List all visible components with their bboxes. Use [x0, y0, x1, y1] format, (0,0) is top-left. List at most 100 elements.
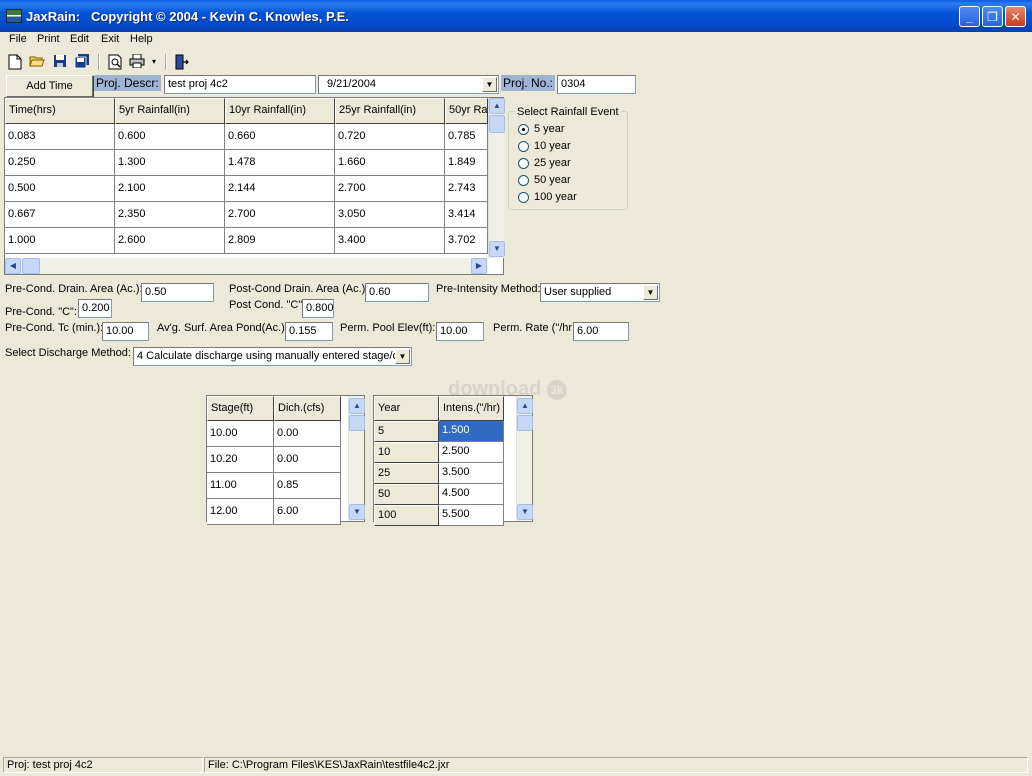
proj-no-input[interactable]: 0304: [557, 75, 636, 94]
restore-button[interactable]: ❐: [982, 6, 1003, 27]
avg-surf-input[interactable]: 0.155: [285, 322, 333, 341]
rainfall-cell[interactable]: 2.700: [225, 202, 335, 228]
intensity-table-cell[interactable]: 50: [374, 484, 439, 505]
intensity-table-col-header[interactable]: Intens.("/hr): [439, 396, 504, 421]
rainfall-cell[interactable]: 0.083: [5, 124, 115, 150]
save-all-icon[interactable]: [74, 54, 90, 70]
add-time-button[interactable]: Add Time: [6, 75, 93, 97]
stage-table-col-header[interactable]: Dich.(cfs): [274, 396, 341, 421]
radio-5-year[interactable]: [518, 124, 529, 135]
intensity-table-cell[interactable]: 4.500: [439, 484, 504, 505]
rainfall-col-header[interactable]: 10yr Rainfall(in): [225, 98, 335, 124]
rainfall-col-header[interactable]: 5yr Rainfall(in): [115, 98, 225, 124]
radio-label[interactable]: 5 year: [534, 123, 565, 135]
rainfall-cell[interactable]: 0.500: [5, 176, 115, 202]
hscroll-thumb[interactable]: [22, 258, 40, 274]
chevron-down-icon[interactable]: ▼: [643, 285, 658, 300]
intensity-vscrollbar[interactable]: ▲ ▼: [516, 396, 533, 521]
exit-door-icon[interactable]: [174, 54, 190, 70]
open-folder-icon[interactable]: [29, 54, 45, 70]
preview-icon[interactable]: [107, 54, 123, 70]
scroll-down-icon[interactable]: ▼: [517, 504, 533, 520]
stage-table-cell[interactable]: 0.00: [274, 447, 341, 473]
rainfall-cell[interactable]: 2.100: [115, 176, 225, 202]
rainfall-col-header[interactable]: 50yr Rai: [445, 98, 488, 124]
date-picker[interactable]: 9/21/2004 ▼: [318, 75, 499, 94]
post-drain-input[interactable]: 0.60: [365, 283, 429, 302]
rainfall-cell[interactable]: 0.250: [5, 150, 115, 176]
scroll-up-icon[interactable]: ▲: [517, 398, 533, 414]
radio-label[interactable]: 25 year: [534, 157, 571, 169]
menu-help[interactable]: Help: [130, 33, 153, 45]
rainfall-vscrollbar[interactable]: ▲ ▼: [488, 98, 505, 258]
rainfall-col-header[interactable]: Time(hrs): [5, 98, 115, 124]
pre-c-input[interactable]: 0.200: [78, 299, 112, 318]
intensity-table-cell[interactable]: 25: [374, 463, 439, 484]
rainfall-cell[interactable]: 0.720: [335, 124, 445, 150]
stage-vscrollbar[interactable]: ▲ ▼: [348, 396, 365, 521]
rainfall-cell[interactable]: 3.414: [445, 202, 488, 228]
intensity-table-cell[interactable]: 5: [374, 421, 439, 442]
scroll-up-icon[interactable]: ▲: [489, 98, 505, 114]
rainfall-col-header[interactable]: 25yr Rainfall(in): [335, 98, 445, 124]
rainfall-cell[interactable]: 1.849: [445, 150, 488, 176]
scroll-right-icon[interactable]: ▶: [471, 258, 487, 274]
stage-table-cell[interactable]: 10.20: [207, 447, 274, 473]
minimize-button[interactable]: _: [959, 6, 980, 27]
rainfall-cell[interactable]: 0.600: [115, 124, 225, 150]
proj-descr-input[interactable]: test proj 4c2: [164, 75, 316, 94]
rainfall-cell[interactable]: 1.300: [115, 150, 225, 176]
rainfall-cell[interactable]: 2.809: [225, 228, 335, 254]
save-icon[interactable]: [52, 54, 68, 70]
rainfall-cell[interactable]: 2.743: [445, 176, 488, 202]
scroll-thumb[interactable]: [517, 415, 533, 431]
radio-10-year[interactable]: [518, 141, 529, 152]
rainfall-cell[interactable]: 1.660: [335, 150, 445, 176]
radio-50-year[interactable]: [518, 175, 529, 186]
radio-25-year[interactable]: [518, 158, 529, 169]
post-c-input[interactable]: 0.800: [302, 299, 334, 318]
radio-label[interactable]: 50 year: [534, 174, 571, 186]
scroll-thumb[interactable]: [489, 115, 505, 133]
radio-label[interactable]: 10 year: [534, 140, 571, 152]
app-icon[interactable]: [6, 9, 22, 23]
stage-table-col-header[interactable]: Stage(ft): [207, 396, 274, 421]
chevron-down-icon[interactable]: ▼: [482, 77, 497, 92]
stage-table-cell[interactable]: 12.00: [207, 499, 274, 525]
scroll-down-icon[interactable]: ▼: [489, 241, 505, 257]
menu-edit[interactable]: Edit: [70, 33, 89, 45]
rainfall-cell[interactable]: 3.050: [335, 202, 445, 228]
rainfall-hscrollbar[interactable]: ◀ ▶: [5, 258, 488, 274]
intensity-table-cell[interactable]: 5.500: [439, 505, 504, 526]
menu-file[interactable]: File: [9, 33, 27, 45]
new-file-icon[interactable]: [7, 54, 23, 70]
scroll-thumb[interactable]: [349, 415, 365, 431]
stage-table-cell[interactable]: 10.00: [207, 421, 274, 447]
menu-exit[interactable]: Exit: [101, 33, 119, 45]
rainfall-cell[interactable]: 2.600: [115, 228, 225, 254]
intensity-table-cell[interactable]: 2.500: [439, 442, 504, 463]
dropdown-arrow-icon[interactable]: ▾: [149, 54, 159, 70]
rainfall-cell[interactable]: 0.660: [225, 124, 335, 150]
title-bar[interactable]: JaxRain: Copyright © 2004 - Kevin C. Kno…: [0, 0, 1032, 32]
rainfall-cell[interactable]: 2.144: [225, 176, 335, 202]
stage-table-cell[interactable]: 6.00: [274, 499, 341, 525]
scroll-left-icon[interactable]: ◀: [5, 258, 21, 274]
intensity-table-cell[interactable]: 3.500: [439, 463, 504, 484]
pre-tc-input[interactable]: 10.00: [102, 322, 149, 341]
discharge-method-select[interactable]: 4 Calculate discharge using manually ent…: [133, 347, 412, 366]
intensity-table-cell[interactable]: 1.500: [439, 421, 504, 442]
perm-rate-input[interactable]: 6.00: [573, 322, 629, 341]
rainfall-cell[interactable]: 0.667: [5, 202, 115, 228]
radio-100-year[interactable]: [518, 192, 529, 203]
rainfall-cell[interactable]: 2.700: [335, 176, 445, 202]
pre-drain-input[interactable]: 0.50: [141, 283, 214, 302]
rainfall-cell[interactable]: 3.400: [335, 228, 445, 254]
intensity-table-col-header[interactable]: Year: [374, 396, 439, 421]
stage-table-cell[interactable]: 0.00: [274, 421, 341, 447]
rainfall-cell[interactable]: 1.000: [5, 228, 115, 254]
rainfall-cell[interactable]: 3.702: [445, 228, 488, 254]
chevron-down-icon[interactable]: ▼: [395, 349, 410, 364]
scroll-up-icon[interactable]: ▲: [349, 398, 365, 414]
stage-table-cell[interactable]: 11.00: [207, 473, 274, 499]
